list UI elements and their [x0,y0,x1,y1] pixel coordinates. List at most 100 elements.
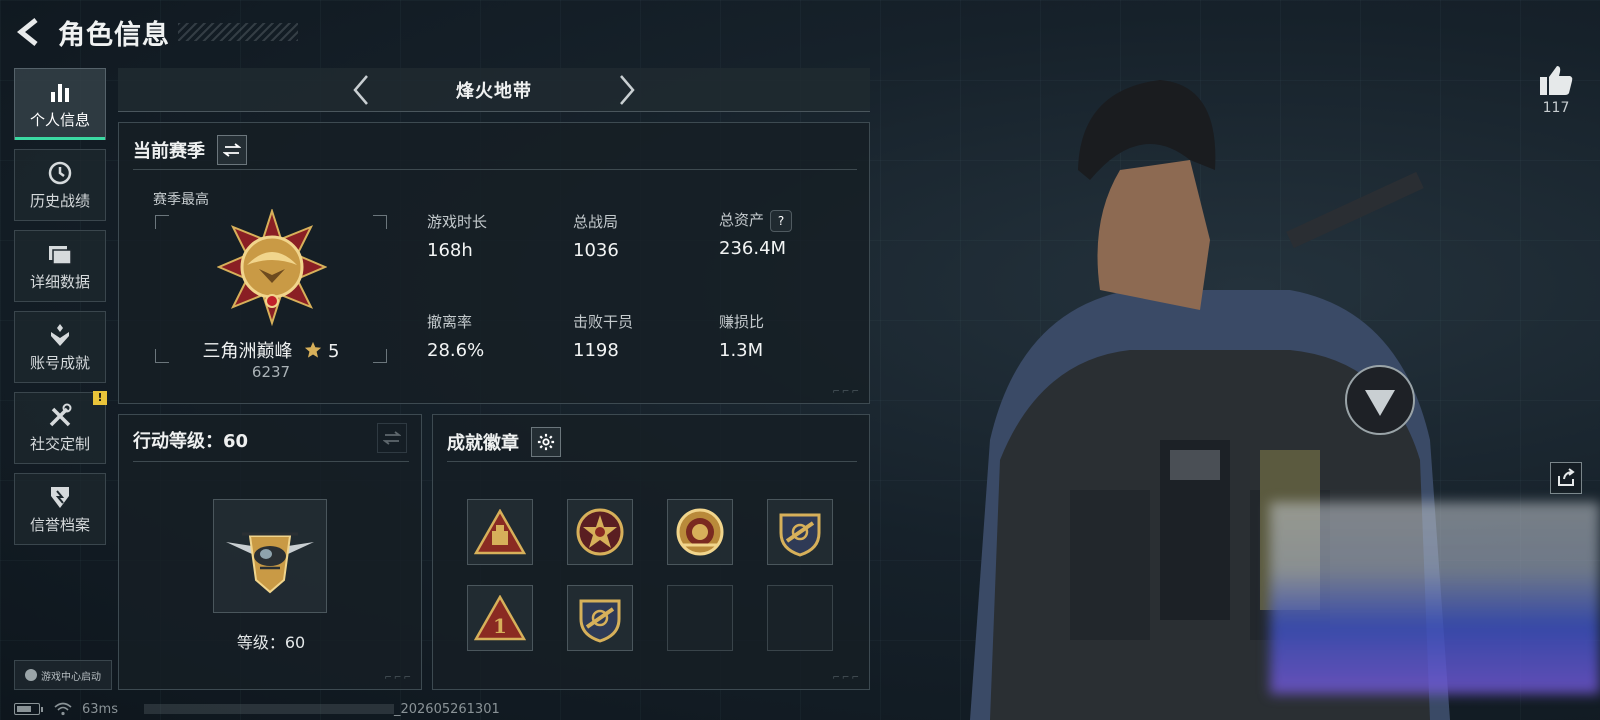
sidebar-item-label: 信誉档案 [29,515,90,534]
frame-corner [373,215,387,229]
sidebar-item-label: 个人信息 [29,110,90,129]
back-button[interactable] [14,16,44,48]
badge-slot[interactable] [567,585,633,651]
stat-total-assets: 总资产? 236.4M [719,209,793,259]
help-icon[interactable]: ? [770,209,793,232]
title-decoration [178,23,298,41]
frame-corner [155,215,169,229]
ping-value: 63ms [82,701,118,717]
rank-name: 三角洲巅峰 [202,341,293,362]
star-ring-badge-icon [576,508,624,556]
switch-season-button[interactable] [217,135,247,165]
header: 角色信息 [14,14,298,51]
stat-total-matches: 总战局 1036 [573,211,619,261]
badge-slot-empty[interactable] [767,585,833,651]
launch-label: 游戏中心启动 [41,671,101,683]
badge-slot[interactable] [567,499,633,565]
thumbs-up-icon [1540,66,1573,95]
swap-icon [223,143,241,157]
badge-slot-empty[interactable] [667,585,733,651]
corner-decoration: ⌐⌐⌐ [384,673,413,683]
sidebar-item-history[interactable]: 历史战绩 [14,149,106,221]
like-button[interactable]: 117 [1534,64,1578,116]
helicopter-badge-icon [226,532,314,594]
sidebar-item-reputation[interactable]: 信誉档案 [14,473,106,545]
star-icon [305,341,322,358]
stat-operators-defeated: 击败干员 1198 [573,311,633,361]
sidebar-item-social-custom[interactable]: ! 社交定制 [14,391,107,464]
share-button[interactable] [1550,462,1582,494]
divider [133,169,857,170]
stat-value: 1036 [573,240,619,261]
achievement-badges-panel: 成就徽章 1 ⌐⌐⌐ [432,414,870,690]
sidebar-item-label: 历史战绩 [29,191,90,210]
triangle-number-badge-icon: 1 [474,595,526,641]
stat-value: 1.3M [719,340,764,361]
sidebar-item-label: 详细数据 [29,272,90,291]
map-name: 烽火地带 [456,80,532,102]
achievement-title: 成就徽章 [447,433,519,454]
action-level-panel: 行动等级：60 等级：60 ⌐⌐⌐ [118,414,422,690]
triangle-supply-badge-icon [474,509,526,555]
sidebar-item-detailed-data[interactable]: 详细数据 [14,230,106,302]
sidebar-item-label: 社交定制 [29,434,90,453]
folders-icon [47,241,73,267]
badge-slot[interactable] [767,499,833,565]
season-title-row: 当前赛季 [133,135,247,165]
corner-decoration: ⌐⌐⌐ [832,387,861,397]
rank-medal-icon [217,209,327,327]
gear-icon [537,433,555,451]
action-level-title: 行动等级：60 [133,431,249,452]
achievement-title-row: 成就徽章 [447,427,561,457]
season-best-label: 赛季最高 [153,192,209,208]
shield-wing-badge-icon [779,513,821,557]
share-icon [1558,468,1575,486]
blurred-region [1270,502,1600,694]
achievement-emblem-icon [47,322,73,348]
stat-label: 赚损比 [719,313,765,331]
badge-slot[interactable] [467,499,533,565]
stat-label: 击败干员 [573,313,634,331]
season-title: 当前赛季 [133,141,205,162]
stat-label: 总战局 [573,213,619,231]
stat-value: 28.6% [427,340,485,361]
divider [447,461,857,462]
rank-score: 6237 [251,363,291,381]
level-text: 等级：60 [236,633,306,652]
stat-label: 撤离率 [427,313,473,331]
rank-name-row: 三角洲巅峰 5 [155,337,387,363]
next-map-button[interactable] [612,73,642,107]
history-clock-icon [47,160,73,186]
sidebar: 个人信息 历史战绩 详细数据 账号成就 ! 社交定制 信誉档案 [14,68,107,554]
bar-chart-icon [47,79,73,105]
qq-icon [25,669,37,681]
badge-slot[interactable] [667,499,733,565]
reputation-shield-icon [47,484,73,510]
badge-settings-button[interactable] [531,427,561,457]
swap-icon [383,431,401,445]
sidebar-item-label: 账号成就 [29,353,90,372]
chevron-right-icon [620,74,635,105]
badge-slot[interactable]: 1 [467,585,533,651]
triangle-number: 1 [493,614,507,638]
corner-decoration: ⌐⌐⌐ [832,673,861,683]
wifi-icon [54,702,72,716]
rank-stars: 5 [328,341,340,362]
build-id: _202605261301 [393,701,500,717]
stat-label: 游戏时长 [427,213,488,231]
flower-ring-badge-icon [676,508,724,556]
battery-icon [14,703,43,715]
sidebar-item-personal-info[interactable]: 个人信息 [14,68,106,140]
like-count: 117 [1542,100,1570,116]
prev-map-button[interactable] [346,73,376,107]
tools-icon [47,403,73,429]
sidebar-item-account-achievement[interactable]: 账号成就 [14,311,106,383]
game-center-launch-button[interactable]: 游戏中心启动 [14,660,112,690]
back-arrow-icon [16,18,38,46]
stat-value: 168h [427,240,473,261]
stat-value: 1198 [573,340,619,361]
season-panel: 当前赛季 赛季最高 三角洲巅峰 5 6237 游戏时长 168h 总战局 103… [118,122,870,404]
level-swap-button[interactable] [377,423,407,453]
shield-wing-badge-icon [579,599,621,643]
warning-badge: ! [93,391,107,405]
